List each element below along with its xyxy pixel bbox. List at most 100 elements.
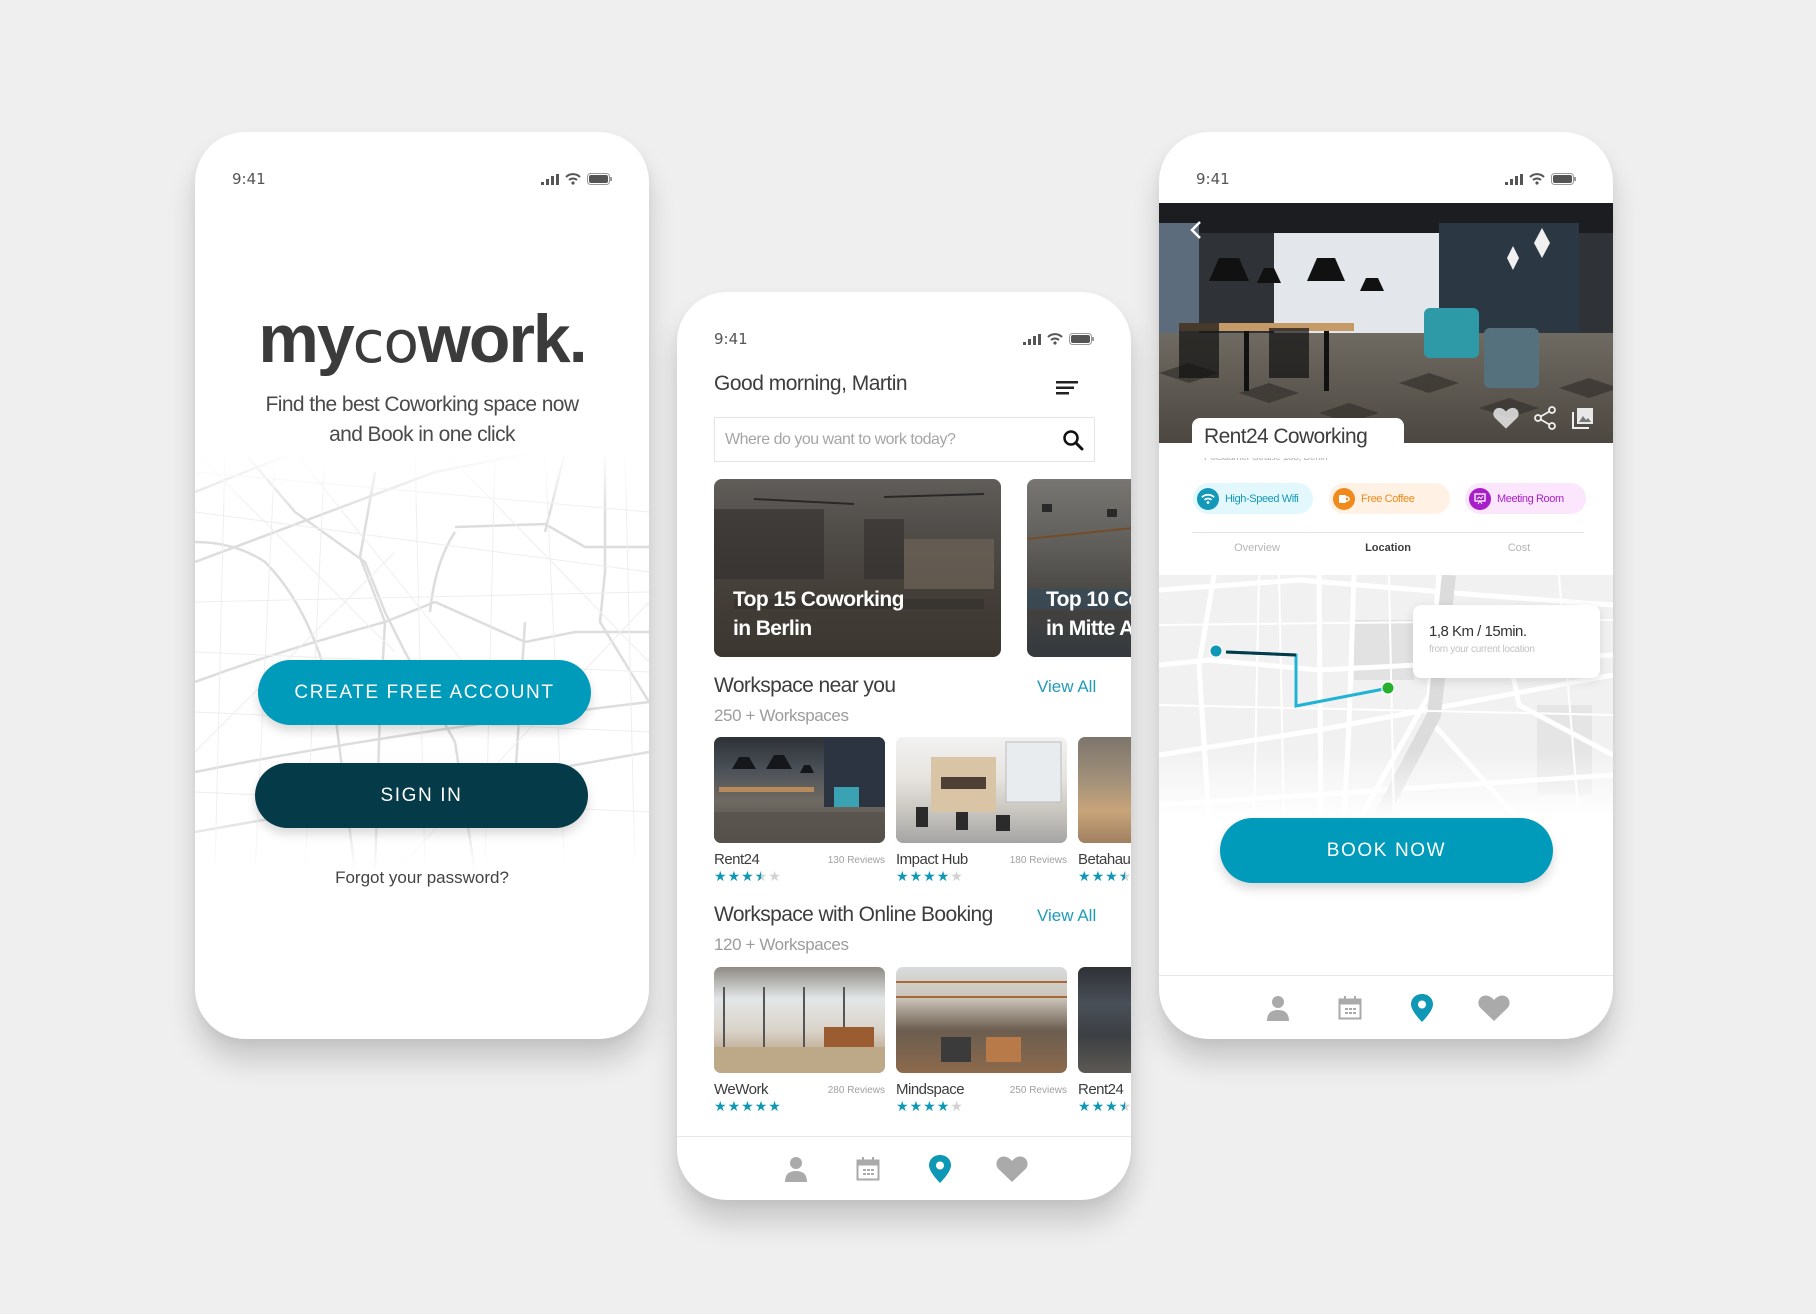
back-icon[interactable] bbox=[1189, 220, 1203, 240]
search-input[interactable] bbox=[725, 430, 1062, 449]
star-icon: ★ bbox=[936, 868, 950, 884]
signal-icon bbox=[541, 173, 559, 185]
workspace-image bbox=[896, 967, 1067, 1073]
distance-tooltip: 1,8 Km / 15min. from your current locati… bbox=[1413, 605, 1600, 678]
amenity-chip-meeting[interactable]: Meeting Room bbox=[1465, 483, 1586, 514]
star-icon: ★ bbox=[950, 868, 963, 884]
star-icon: ★ bbox=[1091, 1098, 1105, 1114]
workspace-image bbox=[896, 737, 1067, 843]
view-all-link[interactable]: View All bbox=[1037, 677, 1096, 697]
route-start-dot bbox=[1210, 645, 1222, 657]
featured-card-title: Top 15 Coworking in Berlin bbox=[733, 588, 904, 640]
workspace-card[interactable]: WeWork 280 Reviews ★ ★ ★ ★ ★ bbox=[714, 967, 885, 1113]
workspace-card[interactable]: Rent24 ★ ★ ★ ★ ★ bbox=[1078, 967, 1131, 1113]
tab-location[interactable]: Location bbox=[1323, 542, 1453, 554]
star-icon: ★ bbox=[714, 1098, 727, 1114]
star-icon: ★ bbox=[1119, 1099, 1131, 1113]
nav-calendar[interactable] bbox=[1314, 995, 1386, 1020]
star-icon: ★ bbox=[1119, 869, 1131, 883]
star-icon: ★ bbox=[1078, 1098, 1091, 1114]
amenity-chip-coffee[interactable]: Free Coffee bbox=[1329, 483, 1450, 514]
bottom-nav bbox=[677, 1136, 1131, 1200]
star-icon: ★ bbox=[896, 868, 909, 884]
workspace-card[interactable]: Rent24 130 Reviews ★ ★ ★ ★ ★ bbox=[714, 737, 885, 883]
nav-profile[interactable] bbox=[760, 1156, 832, 1182]
status-time: 9:41 bbox=[232, 170, 266, 188]
calendar-icon bbox=[856, 1156, 880, 1180]
nav-favorites[interactable] bbox=[976, 1155, 1048, 1182]
workspace-image bbox=[714, 967, 885, 1073]
star-icon: ★ bbox=[727, 1098, 741, 1114]
coffee-icon bbox=[1333, 487, 1355, 510]
create-account-button[interactable]: CREATE FREE ACCOUNT bbox=[258, 660, 591, 725]
detail-screen: 9:41 Rent24 Coworking P bbox=[1159, 132, 1613, 1039]
nav-favorites[interactable] bbox=[1458, 994, 1530, 1021]
sign-in-button[interactable]: SIGN IN bbox=[255, 763, 588, 828]
search-icon[interactable] bbox=[1062, 429, 1084, 451]
book-now-button[interactable]: BOOK NOW bbox=[1220, 818, 1553, 883]
rating-stars: ★ ★ ★ ★ ★ bbox=[714, 869, 781, 883]
forgot-password-link[interactable]: Forgot your password? bbox=[195, 868, 649, 888]
amenity-chip-wifi[interactable]: High-Speed Wifi bbox=[1193, 483, 1313, 514]
status-time: 9:41 bbox=[714, 330, 748, 348]
workspace-image bbox=[1078, 967, 1131, 1073]
featured-card[interactable]: Top 10 Coworkingin Mitte Area bbox=[1027, 479, 1131, 657]
calendar-icon bbox=[1338, 995, 1362, 1019]
filter-menu-icon[interactable] bbox=[1056, 381, 1080, 395]
nav-calendar[interactable] bbox=[832, 1156, 904, 1181]
star-icon: ★ bbox=[755, 869, 768, 883]
search-bar bbox=[714, 417, 1095, 462]
location-map[interactable]: 1,8 Km / 15min. from your current locati… bbox=[1159, 575, 1613, 820]
battery-icon bbox=[1069, 333, 1094, 345]
star-icon: ★ bbox=[727, 868, 741, 884]
workspace-reviews: 250 Reviews bbox=[1009, 1085, 1067, 1096]
workspace-card[interactable]: Impact Hub 180 Reviews ★ ★ ★ ★ ★ bbox=[896, 737, 1067, 883]
profile-icon bbox=[1267, 995, 1289, 1021]
gallery-icon[interactable] bbox=[1571, 406, 1595, 430]
status-time: 9:41 bbox=[1196, 170, 1230, 188]
star-icon: ★ bbox=[896, 1098, 909, 1114]
view-all-link[interactable]: View All bbox=[1037, 906, 1096, 926]
share-icon[interactable] bbox=[1533, 406, 1557, 430]
heart-icon bbox=[996, 1155, 1028, 1182]
tabs-divider bbox=[1192, 532, 1584, 533]
workspace-name: Betahaus bbox=[1078, 851, 1131, 868]
battery-icon bbox=[587, 173, 612, 185]
workspace-image bbox=[1078, 737, 1131, 843]
workspace-name: Impact Hub bbox=[896, 851, 968, 868]
workspace-name: Rent24 bbox=[1078, 1081, 1124, 1098]
rating-stars: ★ ★ ★ ★ ★ bbox=[896, 1099, 963, 1113]
workspace-reviews: 180 Reviews bbox=[1009, 855, 1067, 866]
profile-icon bbox=[785, 1156, 807, 1182]
tab-overview[interactable]: Overview bbox=[1192, 542, 1322, 554]
title-card: Rent24 Coworking bbox=[1192, 418, 1404, 458]
favorite-heart-icon[interactable] bbox=[1493, 407, 1519, 429]
wifi-status-icon bbox=[1529, 173, 1545, 185]
star-icon: ★ bbox=[714, 868, 727, 884]
star-icon: ★ bbox=[1091, 868, 1105, 884]
greeting: Good morning, Martin bbox=[714, 372, 908, 395]
workspace-card[interactable]: Betahaus ★★★★★ bbox=[1078, 737, 1131, 883]
section-title: Workspace near you bbox=[714, 674, 896, 697]
route-end-dot bbox=[1382, 682, 1394, 694]
status-bar: 9:41 bbox=[714, 328, 1094, 350]
wifi-status-icon bbox=[565, 173, 581, 185]
star-icon: ★ bbox=[741, 1098, 754, 1114]
tab-cost[interactable]: Cost bbox=[1454, 542, 1584, 554]
nav-location[interactable] bbox=[904, 1154, 976, 1183]
status-bar: 9:41 bbox=[1196, 168, 1576, 190]
workspace-image bbox=[714, 737, 885, 843]
welcome-screen: 9:41 mycowork. Find the best Coworking s… bbox=[195, 132, 649, 1039]
nav-profile[interactable] bbox=[1242, 995, 1314, 1021]
tagline: Find the best Coworking space now and Bo… bbox=[265, 393, 579, 446]
workspace-card[interactable]: Mindspace 250 Reviews ★ ★ ★ ★ ★ bbox=[896, 967, 1067, 1113]
workspace-name: Rent24 bbox=[714, 851, 760, 868]
featured-card[interactable]: Top 15 Coworking in Berlin bbox=[714, 479, 1001, 657]
star-icon: ★ bbox=[741, 868, 754, 884]
heart-icon bbox=[1478, 994, 1510, 1021]
rating-stars: ★ ★ ★ ★ ★ bbox=[1078, 1099, 1131, 1113]
nav-location[interactable] bbox=[1386, 993, 1458, 1022]
battery-icon bbox=[1551, 173, 1576, 185]
wifi-status-icon bbox=[1047, 333, 1063, 345]
workspace-title: Rent24 Coworking bbox=[1204, 425, 1368, 448]
